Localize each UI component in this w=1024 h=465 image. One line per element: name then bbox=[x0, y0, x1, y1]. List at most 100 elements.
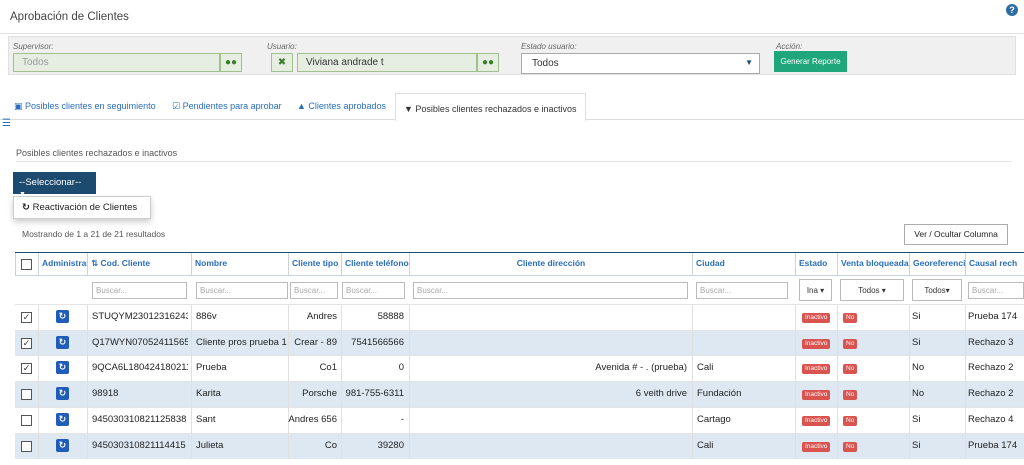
dropdown-item-reactivacion[interactable]: Reactivación de Clientes bbox=[33, 202, 138, 213]
refresh-icon[interactable]: ↻ bbox=[56, 310, 69, 323]
column-divider bbox=[965, 433, 966, 459]
refresh-icon[interactable]: ↻ bbox=[56, 336, 69, 349]
cell-nombre: Karita bbox=[196, 388, 221, 399]
column-divider bbox=[409, 330, 410, 356]
column-divider bbox=[837, 433, 838, 459]
column-divider bbox=[965, 407, 966, 433]
column-divider bbox=[909, 407, 910, 433]
column-divider bbox=[38, 330, 39, 356]
cell-nombre: 886v bbox=[196, 311, 217, 322]
column-divider bbox=[87, 355, 88, 381]
cell-cliente-tipo: Andres bbox=[306, 311, 337, 322]
filter-cliente-telefono-input[interactable]: Buscar... bbox=[342, 282, 405, 299]
filter-geo-select[interactable]: Todos▾ bbox=[912, 279, 962, 301]
column-header-administrar[interactable]: Administrar bbox=[38, 253, 87, 275]
column-divider bbox=[692, 407, 693, 433]
venta-badge: No bbox=[843, 390, 858, 400]
filter-estado-select[interactable]: Ina ▾ bbox=[799, 279, 832, 301]
cell-causal-rechazo: Prueba 174 bbox=[968, 440, 1018, 451]
cell-causal-rechazo: Rechazo 2 bbox=[968, 388, 1014, 399]
filter-cliente-direccion-input[interactable]: Buscar... bbox=[413, 282, 688, 299]
cell-nombre: Sant bbox=[196, 414, 216, 425]
clear-user-icon[interactable]: ✖ bbox=[271, 53, 293, 72]
filter-ciudad-input[interactable]: Buscar... bbox=[696, 282, 788, 299]
cell-georeferencia: No bbox=[912, 362, 925, 373]
cell-causal-rechazo: Rechazo 3 bbox=[968, 337, 1014, 348]
cell-georeferencia: Si bbox=[912, 311, 921, 322]
column-header-cliente-tipo[interactable]: Cliente tipo bbox=[288, 253, 341, 275]
filter-cliente-tipo-input[interactable]: Buscar... bbox=[290, 282, 338, 299]
column-divider bbox=[38, 381, 39, 407]
tab-seguimiento[interactable]: ▣ Posibles clientes en seguimiento bbox=[14, 101, 156, 112]
filters-bar: Supervisor: Todos ●● Usuario: ✖ Viviana … bbox=[8, 36, 1016, 75]
column-header-cliente-telefono[interactable]: Cliente teléfono bbox=[341, 253, 409, 275]
column-divider bbox=[409, 304, 410, 330]
row-checkbox[interactable] bbox=[21, 415, 32, 426]
column-divider bbox=[909, 330, 910, 356]
estado-select[interactable]: Todos ▼ bbox=[521, 53, 760, 74]
supervisor-users-icon[interactable]: ●● bbox=[220, 53, 242, 72]
cell-georeferencia: Si bbox=[912, 414, 921, 425]
column-divider bbox=[965, 304, 966, 330]
column-header-nombre[interactable]: Nombre bbox=[191, 253, 288, 275]
refresh-icon[interactable]: ↻ bbox=[56, 413, 69, 426]
select-all-checkbox[interactable] bbox=[21, 259, 32, 270]
column-divider bbox=[837, 381, 838, 407]
cell-cliente-tipo: Co1 bbox=[319, 362, 337, 373]
refresh-icon[interactable]: ↻ bbox=[56, 387, 69, 400]
column-divider bbox=[191, 355, 192, 381]
refresh-icon[interactable]: ↻ bbox=[56, 361, 69, 374]
supervisor-label: Supervisor: bbox=[13, 42, 54, 51]
cell-cliente-tipo: Andres 656 bbox=[288, 414, 337, 425]
column-divider bbox=[795, 355, 796, 381]
cell-causal-rechazo: Rechazo 2 bbox=[968, 362, 1014, 373]
tab-rechazados[interactable]: ▼ Posibles clientes rechazados e inactiv… bbox=[395, 93, 586, 121]
help-icon[interactable]: ? bbox=[1006, 4, 1018, 16]
row-checkbox[interactable] bbox=[21, 389, 32, 400]
column-divider bbox=[87, 407, 88, 433]
cell-cliente-direccion: 6 veith drive bbox=[635, 388, 687, 399]
usuario-input[interactable]: Viviana andrade t bbox=[297, 53, 477, 72]
filter-nombre-input[interactable]: Buscar... bbox=[196, 282, 288, 299]
venta-badge: No bbox=[843, 416, 858, 426]
column-header-cod-cliente[interactable]: ⇅ Cod. Cliente bbox=[87, 253, 191, 275]
column-divider bbox=[409, 407, 410, 433]
filter-cod-cliente-input[interactable]: Buscar... bbox=[92, 282, 187, 299]
column-header-venta-bloqueada[interactable]: Venta bloqueada bbox=[837, 253, 909, 275]
column-divider bbox=[692, 330, 693, 356]
list-icon[interactable]: ☰ bbox=[2, 118, 11, 129]
filter-causal-input[interactable]: Buscar... bbox=[968, 282, 1024, 299]
generate-report-button[interactable]: Generar Reporte bbox=[774, 51, 847, 72]
status-badge: Inactivo bbox=[802, 416, 831, 426]
usuario-users-icon[interactable]: ●● bbox=[477, 53, 499, 72]
column-header-causal-rechazo[interactable]: Causal rech bbox=[965, 253, 1024, 275]
row-checkbox[interactable]: ✓ bbox=[21, 363, 32, 374]
status-badge: Inactivo bbox=[802, 390, 831, 400]
filter-venta-select[interactable]: Todos ▾ bbox=[840, 279, 904, 301]
toggle-columns-button[interactable]: Ver / Ocultar Columna bbox=[904, 224, 1008, 245]
tab-aprobados[interactable]: ▲ Clientes aprobados bbox=[297, 101, 386, 111]
row-checkbox[interactable]: ✓ bbox=[21, 312, 32, 323]
status-badge: Inactivo bbox=[802, 313, 831, 323]
row-checkbox[interactable]: ✓ bbox=[21, 338, 32, 349]
column-header-cliente-direccion[interactable]: Cliente dirección bbox=[409, 253, 692, 275]
cell-georeferencia: No bbox=[912, 388, 925, 399]
column-header-estado[interactable]: Estado bbox=[795, 253, 837, 275]
column-header-ciudad[interactable]: Ciudad bbox=[692, 253, 795, 275]
column-divider bbox=[837, 304, 838, 330]
column-header-georeferencia[interactable]: Georeferencia bbox=[909, 253, 965, 275]
status-badge: Inactivo bbox=[802, 364, 831, 374]
status-badge: Inactivo bbox=[802, 442, 831, 452]
refresh-icon[interactable]: ↻ bbox=[56, 439, 69, 452]
supervisor-input[interactable]: Todos bbox=[13, 53, 220, 72]
tab-pendientes[interactable]: ☑ Pendientes para aprobar bbox=[172, 101, 282, 112]
cell-cliente-tipo: Co bbox=[324, 440, 337, 451]
cell-nombre: Prueba bbox=[196, 362, 227, 373]
chevron-down-icon: ▼ bbox=[745, 58, 753, 67]
page-header: Aprobación de Clientes ? bbox=[0, 0, 1024, 34]
row-checkbox[interactable] bbox=[21, 441, 32, 452]
select-action-button[interactable]: --Seleccionar-- ▼ bbox=[13, 172, 96, 198]
column-divider bbox=[837, 355, 838, 381]
cell-georeferencia: Si bbox=[912, 440, 921, 451]
cell-ciudad: Cali bbox=[697, 362, 714, 373]
